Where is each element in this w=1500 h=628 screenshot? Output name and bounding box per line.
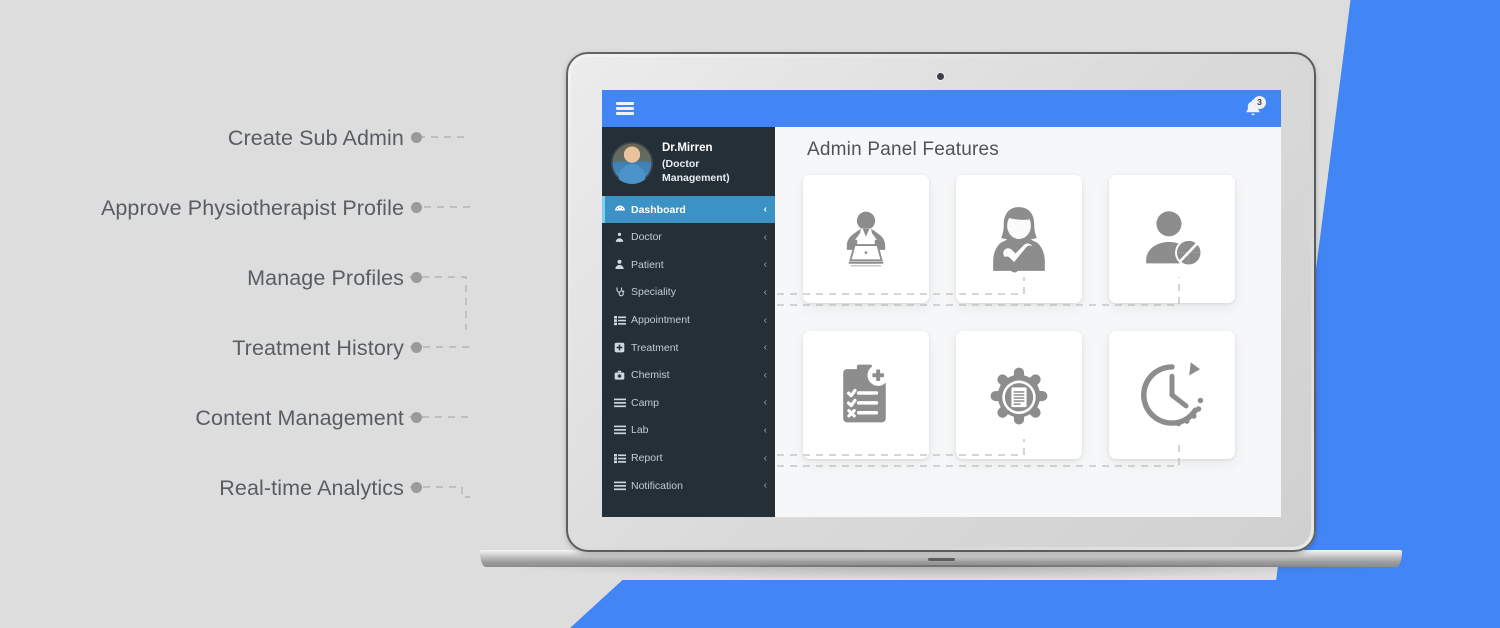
- sidebar-item-notification[interactable]: Notification ‹: [602, 472, 775, 500]
- screen: 3 Dr.Mirren (Doctor Management) Dashboar…: [602, 90, 1281, 517]
- callout-connector-lines: [409, 136, 470, 498]
- app-topbar: 3: [602, 90, 1281, 127]
- sidebar-item-label: Camp: [631, 396, 660, 409]
- feature-card-grid: [803, 175, 1263, 459]
- patient-icon: [612, 259, 627, 270]
- chevron-left-icon: ‹: [763, 286, 767, 298]
- plus-square-icon: [612, 342, 627, 353]
- sidebar-item-speciality[interactable]: Speciality ‹: [602, 279, 775, 307]
- bullet-dot-icon: [411, 482, 422, 493]
- avatar: [611, 141, 653, 184]
- bullet-dot-icon: [411, 132, 422, 143]
- medical-checklist-icon: [843, 364, 889, 423]
- chevron-left-icon: ‹: [763, 369, 767, 381]
- app-main-content: Admin Panel Features: [775, 127, 1281, 517]
- bars-icon: [612, 481, 627, 491]
- bullet-dot-icon: [411, 272, 422, 283]
- sidebar-item-appointment[interactable]: Appointment ‹: [602, 306, 775, 334]
- sidebar-profile[interactable]: Dr.Mirren (Doctor Management): [602, 127, 775, 196]
- bullet-dot-icon: [411, 202, 422, 213]
- sidebar-item-doctor[interactable]: Doctor ‹: [602, 223, 775, 251]
- sidebar-item-label: Doctor: [631, 231, 662, 244]
- bars-icon: [612, 398, 627, 408]
- manage-user-profile-icon: [1146, 211, 1203, 267]
- sidebar-item-dashboard[interactable]: Dashboard ‹: [602, 195, 775, 224]
- feature-card-approve-physiotherapist-profile[interactable]: [956, 175, 1082, 303]
- chevron-left-icon: ‹: [763, 231, 767, 243]
- sidebar-item-treatment[interactable]: Treatment ‹: [602, 334, 775, 362]
- background-stage: Create Sub Admin Approve Physiotherapist…: [0, 0, 1500, 628]
- sidebar-item-camp[interactable]: Camp ‹: [602, 389, 775, 417]
- chevron-left-icon: ‹: [763, 342, 767, 354]
- female-profile-approved-icon: [993, 207, 1045, 273]
- sidebar-item-label: Lab: [631, 424, 649, 437]
- chevron-left-icon: ‹: [763, 480, 767, 492]
- sidebar-item-label: Notification: [631, 479, 683, 492]
- admin-at-laptop-icon: [846, 211, 886, 267]
- clock-history-icon: [1141, 362, 1204, 427]
- callout-label: Create Sub Admin: [227, 126, 404, 150]
- callout-label: Content Management: [195, 406, 404, 430]
- callout-label: Real-time Analytics: [219, 476, 404, 500]
- feature-card-manage-profiles[interactable]: [1109, 175, 1235, 303]
- profile-name: Dr.Mirren: [662, 142, 713, 154]
- sidebar-item-patient[interactable]: Patient ‹: [602, 251, 775, 279]
- profile-role: (Doctor Management): [662, 157, 730, 184]
- list-icon: [612, 453, 627, 464]
- bars-icon: [612, 425, 627, 435]
- chevron-left-icon: ‹: [763, 259, 767, 271]
- sidebar-item-label: Appointment: [631, 314, 690, 327]
- feature-card-create-sub-admin[interactable]: [803, 175, 929, 303]
- sidebar-item-label: Chemist: [631, 369, 670, 382]
- bullet-dot-icon: [411, 412, 422, 423]
- bullet-dot-icon: [411, 342, 422, 353]
- doctor-icon: [612, 232, 627, 243]
- chevron-left-icon: ‹: [763, 452, 767, 464]
- chevron-left-icon: ‹: [763, 397, 767, 409]
- laptop-base: [480, 550, 1402, 579]
- sidebar-item-report[interactable]: Report ‹: [602, 444, 775, 472]
- medkit-icon: [612, 370, 627, 381]
- list-icon: [612, 315, 627, 326]
- notification-bell-button[interactable]: 3: [1242, 95, 1266, 121]
- sidebar-item-chemist[interactable]: Chemist ‹: [602, 361, 775, 389]
- laptop-base-notch: [928, 558, 955, 561]
- callout-label: Manage Profiles: [247, 266, 404, 290]
- gear-document-icon: [990, 367, 1048, 425]
- stethoscope-icon: [612, 286, 627, 298]
- laptop-lid: 3 Dr.Mirren (Doctor Management) Dashboar…: [566, 52, 1316, 552]
- chevron-left-icon: ‹: [763, 314, 767, 326]
- chevron-left-icon: ‹: [763, 204, 767, 216]
- laptop-mockup: 3 Dr.Mirren (Doctor Management) Dashboar…: [480, 52, 1402, 579]
- laptop-base-shadow: [504, 565, 1384, 579]
- feature-card-treatment-history[interactable]: [803, 331, 929, 459]
- sidebar-item-label: Speciality: [631, 286, 676, 299]
- callout-label: Approve Physiotherapist Profile: [100, 196, 404, 220]
- dashboard-icon: [612, 204, 627, 216]
- webcam-icon: [937, 73, 944, 80]
- sidebar-item-lab[interactable]: Lab ‹: [602, 417, 775, 445]
- sidebar-item-label: Dashboard: [631, 203, 686, 216]
- sidebar-item-label: Report: [631, 452, 663, 464]
- callout-label-column: Create Sub Admin Approve Physiotherapist…: [0, 0, 470, 628]
- feature-card-content-management[interactable]: [956, 331, 1082, 459]
- callout-label: Treatment History: [232, 336, 404, 360]
- sidebar-item-label: Patient: [631, 258, 664, 271]
- notification-badge: 3: [1253, 95, 1266, 109]
- app-sidebar: Dr.Mirren (Doctor Management) Dashboard …: [602, 127, 775, 517]
- sidebar-item-label: Treatment: [631, 341, 679, 354]
- page-title: Admin Panel Features: [807, 139, 999, 160]
- hamburger-icon[interactable]: [616, 102, 634, 115]
- feature-card-real-time-analytics[interactable]: [1109, 331, 1235, 459]
- chevron-left-icon: ‹: [763, 424, 767, 436]
